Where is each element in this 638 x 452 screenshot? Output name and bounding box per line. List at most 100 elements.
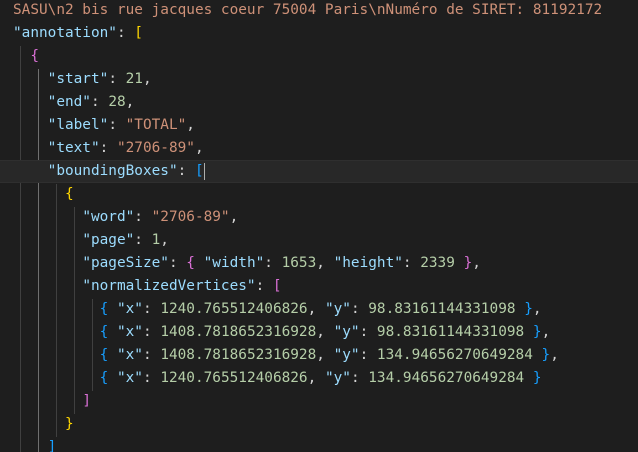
code-token: "end" [47, 94, 91, 110]
code-token: "text" [47, 140, 100, 156]
code-token: "2706-89" [151, 209, 230, 225]
code-editor[interactable]: SASU\n2 bis rue jacques coeur 75004 Pari… [0, 0, 638, 452]
code-token: "x" [116, 324, 143, 340]
code-line[interactable]: ] [0, 436, 57, 452]
code-token: 1240.765512406826 [160, 301, 308, 317]
code-token: , [316, 255, 334, 271]
code-token: , [541, 324, 551, 340]
code-token: : [90, 94, 109, 110]
code-line[interactable]: "normalizedVertices": [ [0, 275, 282, 298]
code-token: 1408.7818652316928 [160, 347, 317, 363]
code-line[interactable]: { [0, 45, 39, 68]
code-token: "height" [333, 255, 403, 271]
code-line[interactable]: "word": "2706-89", [0, 206, 238, 229]
code-token: : [108, 117, 126, 133]
code-line[interactable]: "page": 1, [0, 229, 169, 252]
code-token: "width" [203, 255, 265, 271]
code-token: : [142, 301, 161, 317]
code-token: , [472, 255, 481, 271]
code-token: , [307, 370, 325, 386]
code-token: : [142, 324, 161, 340]
code-token: : [350, 370, 369, 386]
code-token: 1408.7818652316928 [160, 324, 317, 340]
code-token: "x" [116, 347, 143, 363]
code-line[interactable]: "start": 21, [0, 68, 152, 91]
code-token: 134.94656270649284 [368, 370, 525, 386]
code-token: : [142, 370, 161, 386]
code-token: SASU\n2 bis rue jacques coeur 75004 Pari… [13, 2, 603, 18]
code-token: 98.83161144331098 [368, 301, 516, 317]
code-line[interactable]: "text": "2706-89", [0, 137, 204, 160]
code-token: { [99, 370, 109, 386]
code-token: "y" [324, 301, 351, 317]
code-token: "label" [47, 117, 109, 133]
code-token: , [229, 209, 239, 225]
code-token: : [177, 163, 195, 179]
code-token: "boundingBoxes" [47, 163, 178, 179]
code-line[interactable]: { "x": 1240.765512406826, "y": 134.94656… [0, 367, 542, 390]
code-token: , [186, 117, 195, 133]
code-token: , [316, 324, 334, 340]
code-line[interactable]: { [0, 183, 74, 206]
code-token: "normalizedVertices" [82, 278, 256, 294]
code-line[interactable]: ] [0, 390, 91, 413]
code-token: 1653 [281, 255, 317, 271]
code-token: : [142, 347, 161, 363]
code-line[interactable]: "label": "TOTAL", [0, 114, 195, 137]
code-token: : [255, 278, 273, 294]
code-line[interactable]: "pageSize": { "width": 1653, "height": 2… [0, 252, 481, 275]
code-line[interactable]: "end": 28, [0, 91, 135, 114]
code-token: "word" [82, 209, 135, 225]
code-token: , [142, 71, 152, 87]
code-token: { [99, 301, 109, 317]
code-token: : [108, 71, 126, 87]
code-token: 28 [108, 94, 126, 110]
code-token: : [116, 25, 135, 41]
code-token: [ [134, 25, 143, 41]
code-line[interactable]: { "x": 1408.7818652316928, "y": 98.83161… [0, 321, 551, 344]
code-token: , [194, 140, 204, 156]
code-token: "y" [324, 370, 351, 386]
code-token: , [160, 232, 169, 248]
code-line[interactable]: { "x": 1408.7818652316928, "y": 134.9465… [0, 344, 559, 367]
code-token: "2706-89" [116, 140, 195, 156]
code-token: 1240.765512406826 [160, 370, 308, 386]
code-token: { [186, 255, 195, 271]
code-line[interactable]: "annotation": [ [0, 22, 143, 45]
code-token: : [359, 324, 377, 340]
code-token: ] [47, 439, 57, 452]
code-line[interactable]: } [0, 413, 74, 436]
code-token: 134.94656270649284 [376, 347, 533, 363]
code-token: : [264, 255, 282, 271]
code-token: 2339 [420, 255, 455, 271]
text-cursor [203, 162, 205, 180]
code-token: : [99, 140, 117, 156]
code-line[interactable]: { "x": 1240.765512406826, "y": 98.831611… [0, 298, 542, 321]
code-line[interactable]: "boundingBoxes": [ [0, 160, 638, 183]
code-token: [ [272, 278, 282, 294]
code-token: , [550, 347, 559, 363]
code-line[interactable]: SASU\n2 bis rue jacques coeur 75004 Pari… [0, 0, 602, 22]
code-token: , [125, 94, 135, 110]
